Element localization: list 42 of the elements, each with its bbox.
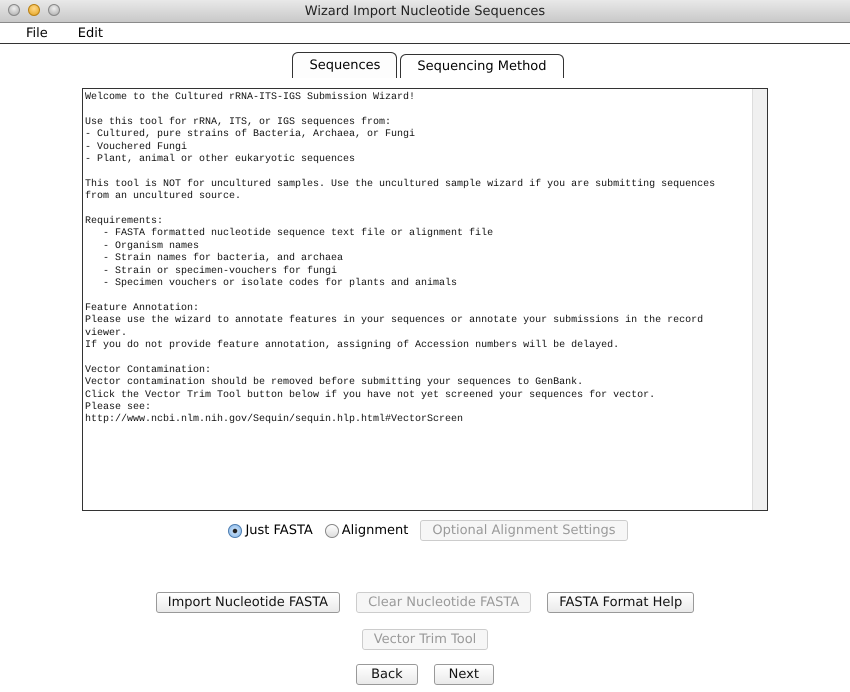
text-line: - Strain or specimen-vouchers for fungi xyxy=(102,266,338,278)
text-line: http://www.ncbi.nlm.nih.gov/Sequin/sequin.hlp.html#VectorScreen xyxy=(85,414,464,427)
text-line: If you do not provide feature annotation, assigning of Accession numbers will be delayed. xyxy=(85,340,620,352)
text-line: Vector Contamination: xyxy=(85,364,212,376)
text-line: Welcome to the Cultured rRNA-ITS-IGS Submission Wizard! xyxy=(85,92,416,104)
radio-option[interactable]: Alignment xyxy=(324,523,408,538)
close-icon[interactable] xyxy=(8,4,20,16)
menu-item[interactable]: File xyxy=(26,26,48,40)
menu-item[interactable]: Edit xyxy=(78,26,103,40)
text-area[interactable] xyxy=(82,88,768,511)
action-button[interactable]: Import Nucleotide FASTA xyxy=(156,592,340,613)
text-line: - Strain names for bacteria, and archaea xyxy=(102,253,344,266)
tab[interactable]: Sequences xyxy=(292,52,398,78)
text-line: Please use the wizard to annotate features in your sequences or annotate your submissions in the record xyxy=(85,315,704,328)
zoom-icon[interactable] xyxy=(48,4,60,16)
nav-button[interactable]: Back xyxy=(356,664,418,685)
text-line: Use this tool for rRNA, ITS, or IGS sequences from: xyxy=(85,116,392,128)
radio-label: Alignment xyxy=(342,523,408,538)
nav-button[interactable]: Next xyxy=(434,664,494,685)
text-line: - Specimen vouchers or isolate codes for plants and animals xyxy=(102,278,458,290)
text-line: This tool is NOT for uncultured samples. Use the uncultured sample wizard if you are submitting sequences xyxy=(85,178,716,190)
text-line: - Vouchered Fungi xyxy=(85,142,188,154)
tab[interactable]: Sequencing Method xyxy=(400,54,564,78)
text-line: Please see: xyxy=(85,402,152,414)
text-line: Vector contamination should be removed before submitting your sequences to GenBank. xyxy=(85,377,584,390)
text-line: viewer. xyxy=(85,328,128,340)
text-line: - Plant, animal or other eukaryotic sequences xyxy=(85,154,356,166)
minimize-icon[interactable] xyxy=(28,4,40,16)
text-line: Feature Annotation: xyxy=(85,302,200,314)
text-line: Requirements: xyxy=(85,216,164,228)
radio-button[interactable] xyxy=(228,524,242,538)
text-line: - FASTA formatted nucleotide sequence text file or alignment file xyxy=(102,228,494,240)
radio-label: Just FASTA xyxy=(245,523,313,538)
scrollbar-track[interactable] xyxy=(752,89,767,510)
text-line: Click the Vector Trim Tool button below if you have not yet screened your sequences for vector. xyxy=(85,390,656,402)
text-line: - Cultured, pure strains of Bacteria, Archaea, or Fungi xyxy=(85,129,416,142)
text-line: - Organism names xyxy=(102,240,200,252)
radio-button[interactable] xyxy=(324,524,339,538)
radio-option[interactable]: Just FASTA xyxy=(228,523,313,538)
text-line: from an uncultured source. xyxy=(85,191,242,204)
window-title: Wizard Import Nucleotide Sequences xyxy=(304,4,546,18)
action-button[interactable]: FASTA Format Help xyxy=(547,592,694,613)
